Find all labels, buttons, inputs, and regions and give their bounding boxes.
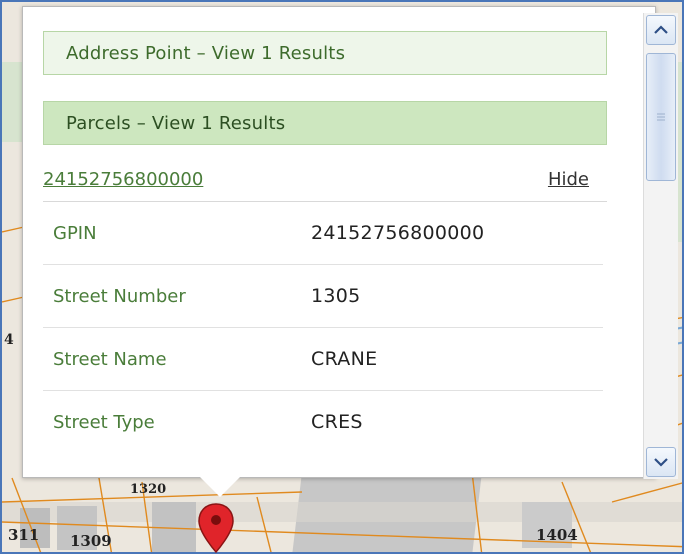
attribute-table: GPIN 24152756800000 Street Number 1305 S…	[43, 202, 603, 453]
layer-header-label: Address Point – View 1 Results	[66, 42, 346, 64]
attribute-value: CRES	[311, 411, 363, 433]
feature-id-link[interactable]: 24152756800000	[43, 169, 203, 190]
layer-header-parcels[interactable]: Parcels – View 1 Results	[43, 101, 607, 145]
popup-content: Address Point – View 1 Results Parcels –…	[43, 31, 607, 453]
grip-icon	[657, 113, 665, 121]
map-label-1404: 1404	[536, 526, 578, 544]
chevron-down-icon	[654, 458, 668, 467]
feature-row: 24152756800000 Hide	[43, 157, 607, 202]
attribute-row: Street Number 1305	[43, 265, 603, 328]
identify-popup: Address Point – View 1 Results Parcels –…	[22, 6, 678, 479]
popup-scrollbar[interactable]	[643, 13, 678, 479]
attribute-value: 1305	[311, 285, 361, 307]
attribute-key: Street Type	[53, 411, 155, 433]
map-pin-icon[interactable]	[196, 502, 236, 554]
popup-tail	[200, 477, 240, 497]
attribute-key: Street Number	[53, 285, 186, 307]
map-label-1309: 1309	[70, 532, 112, 550]
map-label-311: 311	[8, 526, 40, 544]
map-label-4: 4	[4, 332, 14, 348]
layer-header-label: Parcels – View 1 Results	[66, 112, 286, 134]
scroll-up-button[interactable]	[646, 15, 676, 45]
hide-link[interactable]: Hide	[548, 169, 589, 190]
attribute-key: GPIN	[53, 222, 97, 244]
chevron-up-icon	[654, 25, 668, 34]
attribute-value: 24152756800000	[311, 222, 485, 244]
scroll-thumb[interactable]	[646, 53, 676, 181]
scroll-down-button[interactable]	[646, 447, 676, 477]
map-label-1320: 1320	[130, 482, 167, 497]
attribute-row: GPIN 24152756800000	[43, 202, 603, 265]
attribute-key: Street Name	[53, 348, 167, 370]
layer-header-address-point[interactable]: Address Point – View 1 Results	[43, 31, 607, 75]
attribute-row: Street Type CRES	[43, 391, 603, 453]
attribute-value: CRANE	[311, 348, 378, 370]
attribute-row: Street Name CRANE	[43, 328, 603, 391]
